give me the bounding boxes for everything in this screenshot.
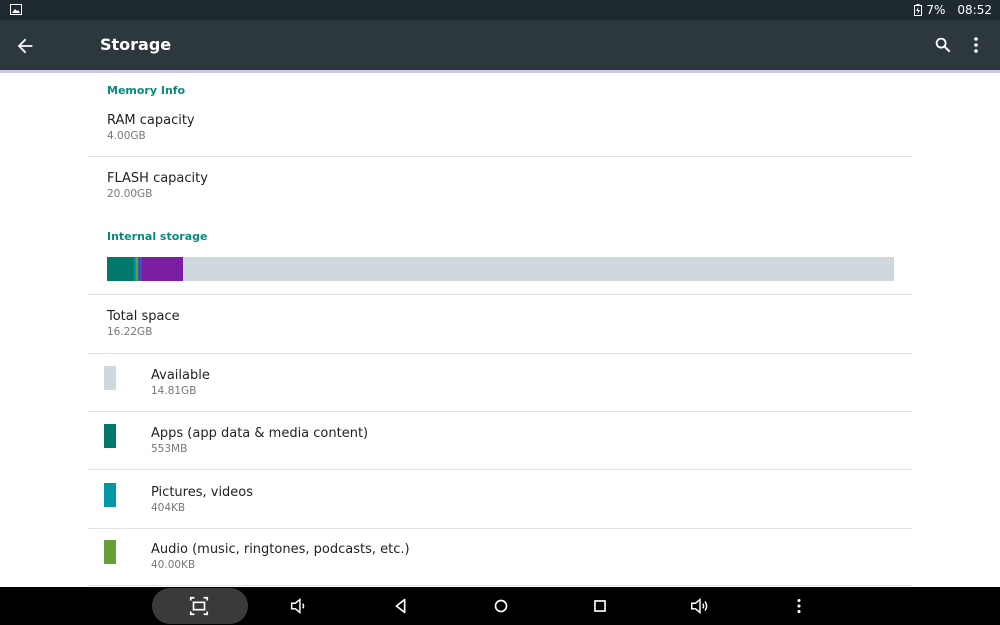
list-item-available[interactable]: Available 14.81GB: [88, 366, 912, 408]
status-bar: 7% 08:52: [0, 0, 1000, 20]
recents-square-icon[interactable]: [589, 595, 611, 617]
divider: [88, 585, 912, 586]
color-swatch: [104, 366, 116, 390]
list-item-value: 16.22GB: [107, 326, 153, 338]
divider: [88, 469, 912, 470]
list-item-pictures-videos[interactable]: Pictures, videos 404KB: [88, 483, 912, 525]
list-item-title: Apps (app data & media content): [151, 426, 369, 441]
volume-down-icon[interactable]: [288, 595, 310, 617]
color-swatch: [104, 540, 116, 564]
storage-usage-bar: [107, 257, 894, 281]
section-header-memory-info: Memory Info: [107, 84, 186, 97]
divider: [88, 411, 912, 412]
list-item-value: 14.81GB: [151, 385, 197, 397]
list-item-title: Pictures, videos: [151, 485, 254, 500]
list-item-value: 20.00GB: [107, 188, 153, 200]
divider: [88, 156, 912, 157]
color-swatch: [104, 424, 116, 448]
list-item-total-space: Total space 16.22GB: [88, 309, 912, 349]
home-circle-icon[interactable]: [490, 595, 512, 617]
list-item-title: Total space: [107, 309, 180, 324]
list-item-value: 40.00KB: [151, 559, 196, 571]
navigation-bar: [0, 587, 1000, 625]
app-bar-shadow: [0, 70, 1000, 73]
list-item-value: 4.00GB: [107, 130, 146, 142]
list-item-title: Available: [151, 368, 210, 383]
status-right: 7% 08:52: [914, 0, 992, 20]
list-item-ram-capacity[interactable]: RAM capacity 4.00GB: [88, 113, 912, 153]
list-item-value: 404KB: [151, 502, 186, 514]
search-icon[interactable]: [934, 36, 952, 54]
app-bar: Storage: [0, 20, 1000, 70]
image-notification-icon: [10, 4, 22, 15]
battery-percent: 7%: [926, 3, 946, 17]
list-item-flash-capacity[interactable]: FLASH capacity 20.00GB: [88, 171, 912, 211]
more-vert-icon[interactable]: [788, 595, 810, 617]
page-title: Storage: [100, 35, 172, 54]
list-item-title: Audio (music, ringtones, podcasts, etc.): [151, 542, 410, 557]
divider: [88, 528, 912, 529]
list-item-value: 553MB: [151, 443, 188, 455]
section-header-internal-storage: Internal storage: [107, 230, 208, 243]
list-item-title: FLASH capacity: [107, 171, 208, 186]
list-item-title: RAM capacity: [107, 113, 195, 128]
clock: 08:52: [957, 3, 992, 17]
divider: [88, 294, 912, 295]
more-vert-icon[interactable]: [968, 35, 984, 55]
storage-bar-segment: [142, 257, 184, 281]
divider: [88, 353, 912, 354]
list-item-audio[interactable]: Audio (music, ringtones, podcasts, etc.)…: [88, 540, 912, 582]
screenshot-icon[interactable]: [188, 595, 210, 617]
back-triangle-icon[interactable]: [390, 595, 412, 617]
arrow-back-icon[interactable]: [14, 35, 36, 57]
storage-bar-segment: [107, 257, 134, 281]
list-item-apps[interactable]: Apps (app data & media content) 553MB: [88, 424, 912, 466]
battery-charging-icon: [914, 4, 923, 16]
color-swatch: [104, 483, 116, 507]
volume-up-icon[interactable]: [689, 595, 711, 617]
